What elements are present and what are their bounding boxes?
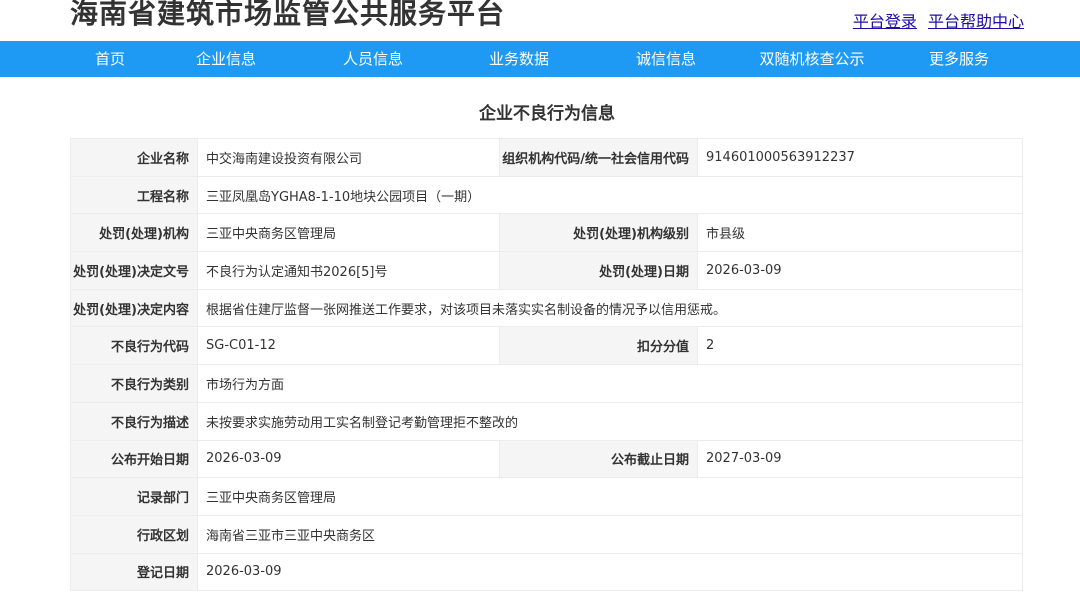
table-row: 不良行为代码 SG-C01-12 扣分分值 2 xyxy=(70,326,1023,366)
org-code-value: 914601000563912237 xyxy=(697,138,1023,177)
decision-no-value: 不良行为认定通知书2026[5]号 xyxy=(197,251,500,290)
bad-behavior-info-table: 企业名称 中交海南建设投资有限公司 组织机构代码/统一社会信用代码 914601… xyxy=(70,138,1023,592)
admin-region-value: 海南省三亚市三亚中央商务区 xyxy=(197,514,1023,554)
score-value: 2 xyxy=(697,326,1023,366)
authority-value: 三亚中央商务区管理局 xyxy=(197,213,500,253)
behavior-category-label: 不良行为类别 xyxy=(70,364,198,403)
table-row: 登记日期 2026-03-09 xyxy=(70,552,1023,592)
record-dept-value: 三亚中央商务区管理局 xyxy=(197,477,1023,516)
project-name-label: 工程名称 xyxy=(70,175,198,215)
behavior-desc-value: 未按要求实施劳动用工实名制登记考勤管理拒不整改的 xyxy=(197,401,1023,441)
table-row: 处罚(处理)机构 三亚中央商务区管理局 处罚(处理)机构级别 市县级 xyxy=(70,213,1023,253)
decision-content-value: 根据省住建厅监督一张网推送工作要求，对该项目未落实实名制设备的情况予以信用惩戒。 xyxy=(197,288,1023,328)
register-date-value: 2026-03-09 xyxy=(197,552,1023,592)
nav-item-personnel-info[interactable]: 人员信息 xyxy=(343,41,403,77)
behavior-category-value: 市场行为方面 xyxy=(197,364,1023,403)
decision-date-value: 2026-03-09 xyxy=(697,251,1023,290)
table-row: 工程名称 三亚凤凰岛YGHA8-1-10地块公园项目（一期） xyxy=(70,175,1023,215)
table-row: 行政区划 海南省三亚市三亚中央商务区 xyxy=(70,514,1023,554)
publish-start-value: 2026-03-09 xyxy=(197,439,500,479)
company-name-label: 企业名称 xyxy=(70,138,198,177)
score-label: 扣分分值 xyxy=(499,326,698,366)
nav-item-random-inspection[interactable]: 双随机核查公示 xyxy=(759,41,864,77)
decision-date-label: 处罚(处理)日期 xyxy=(499,251,698,290)
nav-item-home[interactable]: 首页 xyxy=(95,41,125,77)
nav-item-enterprise-info[interactable]: 企业信息 xyxy=(196,41,256,77)
table-row: 处罚(处理)决定文号 不良行为认定通知书2026[5]号 处罚(处理)日期 20… xyxy=(70,251,1023,290)
table-row: 记录部门 三亚中央商务区管理局 xyxy=(70,477,1023,516)
decision-no-label: 处罚(处理)决定文号 xyxy=(70,251,198,290)
record-dept-label: 记录部门 xyxy=(70,477,198,516)
register-date-label: 登记日期 xyxy=(70,552,198,592)
site-header: 海南省建筑市场监管公共服务平台 平台登录 平台帮助中心 xyxy=(0,0,1080,40)
table-row: 公布开始日期 2026-03-09 公布截止日期 2027-03-09 xyxy=(70,439,1023,479)
behavior-desc-label: 不良行为描述 xyxy=(70,401,198,441)
company-name-value: 中交海南建设投资有限公司 xyxy=(197,138,500,177)
publish-start-label: 公布开始日期 xyxy=(70,439,198,479)
header-links: 平台登录 平台帮助中心 xyxy=(847,8,1024,32)
login-link[interactable]: 平台登录 xyxy=(853,12,917,31)
authority-label: 处罚(处理)机构 xyxy=(70,213,198,253)
main-nav: 首页 企业信息 人员信息 业务数据 诚信信息 双随机核查公示 更多服务 xyxy=(0,41,1080,77)
table-row: 不良行为类别 市场行为方面 xyxy=(70,364,1023,403)
publish-end-value: 2027-03-09 xyxy=(697,439,1023,479)
table-row: 企业名称 中交海南建设投资有限公司 组织机构代码/统一社会信用代码 914601… xyxy=(70,138,1023,177)
authority-level-value: 市县级 xyxy=(697,213,1023,253)
site-title: 海南省建筑市场监管公共服务平台 xyxy=(70,0,506,30)
admin-region-label: 行政区划 xyxy=(70,514,198,554)
project-name-value: 三亚凤凰岛YGHA8-1-10地块公园项目（一期） xyxy=(197,175,1023,215)
authority-level-label: 处罚(处理)机构级别 xyxy=(499,213,698,253)
decision-content-label: 处罚(处理)决定内容 xyxy=(70,288,198,328)
page-title: 企业不良行为信息 xyxy=(479,104,615,124)
table-row: 不良行为描述 未按要求实施劳动用工实名制登记考勤管理拒不整改的 xyxy=(70,401,1023,441)
nav-item-business-data[interactable]: 业务数据 xyxy=(489,41,549,77)
org-code-label: 组织机构代码/统一社会信用代码 xyxy=(499,138,698,177)
nav-item-credit-info[interactable]: 诚信信息 xyxy=(636,41,696,77)
behavior-code-label: 不良行为代码 xyxy=(70,326,198,366)
help-center-link[interactable]: 平台帮助中心 xyxy=(928,12,1024,31)
publish-end-label: 公布截止日期 xyxy=(499,439,698,479)
nav-item-more-services[interactable]: 更多服务 xyxy=(929,41,989,77)
table-row: 处罚(处理)决定内容 根据省住建厅监督一张网推送工作要求，对该项目未落实实名制设… xyxy=(70,288,1023,328)
behavior-code-value: SG-C01-12 xyxy=(197,326,500,366)
